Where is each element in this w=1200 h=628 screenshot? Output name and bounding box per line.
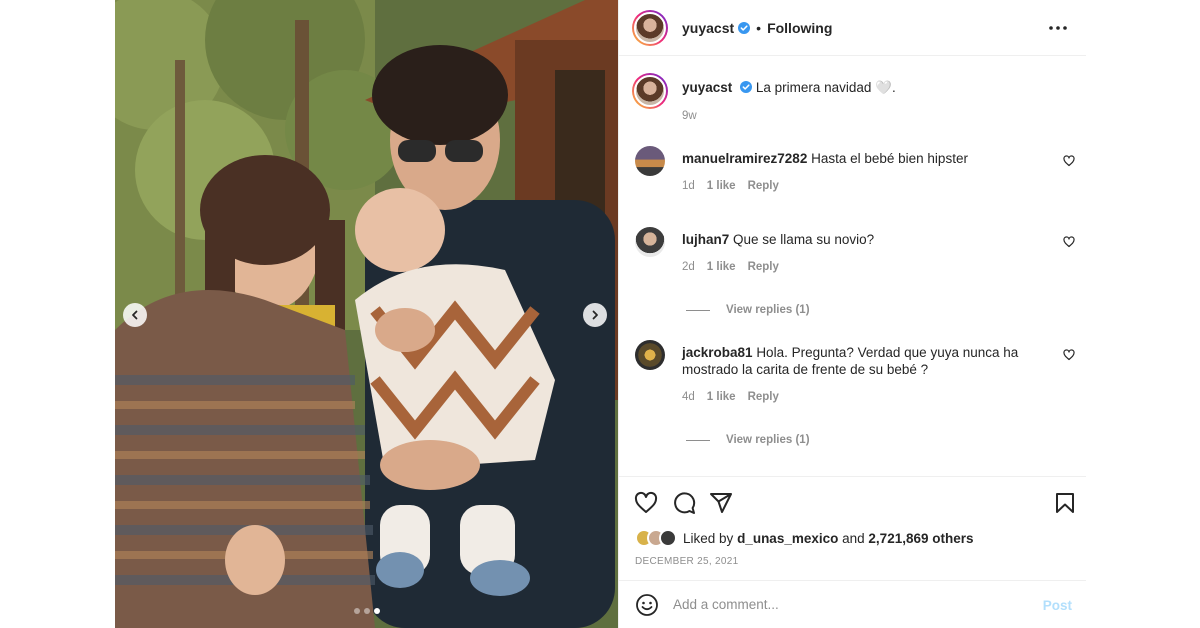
chevron-left-icon <box>132 310 138 320</box>
chevron-right-icon <box>592 310 598 320</box>
caption: yuyacst La primera navidad 🤍. 9w <box>632 73 1075 133</box>
author-username[interactable]: yuyacst <box>682 20 734 36</box>
verified-badge-icon <box>738 21 751 34</box>
likes-connector: and <box>842 530 865 546</box>
comment-item: lujhan7 Que se llama su novio? 2d 1 like… <box>635 227 1075 317</box>
smiley-icon[interactable] <box>635 593 659 617</box>
likes-prefix: Liked by <box>683 530 734 546</box>
comment-likes[interactable]: 1 like <box>707 261 736 273</box>
comment-likes[interactable]: 1 like <box>707 180 736 192</box>
commenter-username[interactable]: lujhan7 <box>682 232 729 247</box>
comment-item: jackroba81 Hola. Pregunta? Verdad que yu… <box>635 340 1075 450</box>
post-details-panel: yuyacst • Following yuyacst La primera n… <box>618 0 1086 628</box>
commenter-avatar[interactable] <box>635 146 665 176</box>
separator-dot: • <box>756 19 762 36</box>
post-header: yuyacst • Following <box>619 0 1086 56</box>
paper-plane-icon[interactable] <box>709 491 733 515</box>
more-options-icon <box>1049 26 1067 30</box>
add-comment-input[interactable] <box>673 597 1013 612</box>
comment-meta: 2d 1 like Reply <box>682 261 779 273</box>
comment-body: Hasta el bebé bien hipster <box>811 151 968 166</box>
replies-divider-line <box>686 439 710 441</box>
reply-button[interactable]: Reply <box>748 391 779 403</box>
reply-button[interactable]: Reply <box>748 180 779 192</box>
photo-image <box>115 0 618 628</box>
view-replies-label: View replies (1) <box>726 434 810 446</box>
comment-like-heart-icon[interactable] <box>1063 155 1075 167</box>
post-photo[interactable] <box>115 0 618 628</box>
comment-text: manuelramirez7282 Hasta el bebé bien hip… <box>682 150 1042 167</box>
comment-bubble-icon[interactable] <box>672 491 696 515</box>
caption-text: yuyacst La primera navidad 🤍. <box>682 79 1042 96</box>
commenter-username[interactable]: jackroba81 <box>682 345 753 360</box>
commenter-avatar[interactable] <box>635 227 665 257</box>
post-date: DECEMBER 25, 2021 <box>635 556 739 567</box>
caption-username[interactable]: yuyacst <box>682 80 732 95</box>
view-replies-button[interactable]: View replies (1) <box>686 434 810 446</box>
comment-age: 1d <box>682 180 695 192</box>
comment-age: 2d <box>682 261 695 273</box>
view-replies-button[interactable]: View replies (1) <box>686 304 810 316</box>
following-button[interactable]: Following <box>767 20 832 36</box>
comment-body: Que se llama su novio? <box>733 232 875 247</box>
caption-body: La primera navidad 🤍. <box>755 80 896 95</box>
reply-button[interactable]: Reply <box>748 261 779 273</box>
comment-text: jackroba81 Hola. Pregunta? Verdad que yu… <box>682 344 1042 378</box>
post-actions: Liked by d_unas_mexico and 2,721,869 oth… <box>619 476 1086 580</box>
likes-text: Liked by d_unas_mexico and 2,721,869 oth… <box>683 531 974 546</box>
heart-icon[interactable] <box>634 491 658 515</box>
pagination-dot <box>363 608 370 614</box>
comment-like-heart-icon[interactable] <box>1063 236 1075 248</box>
comment-like-heart-icon[interactable] <box>1063 349 1075 361</box>
comment-item: manuelramirez7282 Hasta el bebé bien hip… <box>635 146 1075 206</box>
previous-photo-button[interactable] <box>123 303 147 327</box>
verified-badge-icon <box>740 81 753 93</box>
commenter-avatar[interactable] <box>635 340 665 370</box>
liker-avatar <box>659 529 677 547</box>
view-replies-label: View replies (1) <box>726 304 810 316</box>
caption-age: 9w <box>682 110 697 122</box>
caption-meta: 9w <box>682 110 697 122</box>
more-options-button[interactable] <box>1046 18 1070 38</box>
pagination-dot <box>353 608 360 614</box>
next-photo-button[interactable] <box>583 303 607 327</box>
comment-meta: 1d 1 like Reply <box>682 180 779 192</box>
add-comment-bar: Post <box>619 580 1086 628</box>
bookmark-icon[interactable] <box>1053 491 1077 515</box>
caption-avatar[interactable] <box>632 73 668 109</box>
liker-username[interactable]: d_unas_mexico <box>737 531 838 546</box>
pagination-dot-active <box>373 608 380 614</box>
likes-summary[interactable]: Liked by d_unas_mexico and 2,721,869 oth… <box>635 529 974 547</box>
comment-age: 4d <box>682 391 695 403</box>
photo-pagination-dots <box>115 608 618 614</box>
comment-meta: 4d 1 like Reply <box>682 391 779 403</box>
likes-others[interactable]: 2,721,869 others <box>868 531 973 546</box>
commenter-username[interactable]: manuelramirez7282 <box>682 151 807 166</box>
post-comment-button[interactable]: Post <box>1043 598 1072 613</box>
replies-divider-line <box>686 309 710 311</box>
comments-list[interactable]: yuyacst La primera navidad 🤍. 9w manuelr… <box>619 57 1086 475</box>
comment-text: lujhan7 Que se llama su novio? <box>682 231 1042 248</box>
comment-likes[interactable]: 1 like <box>707 391 736 403</box>
author-avatar[interactable] <box>632 9 668 46</box>
